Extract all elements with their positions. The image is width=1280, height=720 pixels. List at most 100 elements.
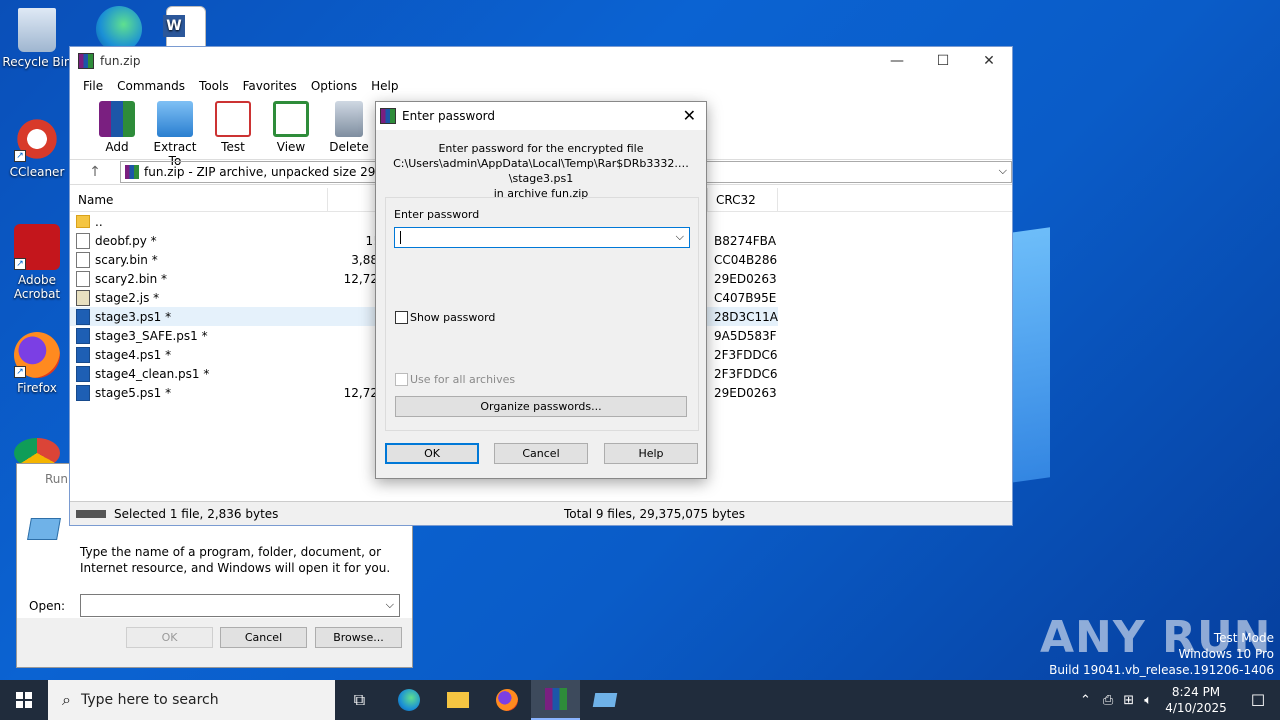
view-button[interactable]: View	[262, 97, 320, 154]
desktop-icon-adobe-acrobat[interactable]: ↗ Adobe Acrobat	[1, 224, 73, 301]
run-browse-button[interactable]: Browse...	[315, 627, 402, 648]
taskbar-firefox[interactable]	[482, 680, 531, 720]
file-name: stage4_clean.ps1 *	[95, 366, 210, 381]
taskbar-edge[interactable]	[384, 680, 433, 720]
menu-options[interactable]: Options	[304, 79, 364, 93]
delete-button[interactable]: Delete	[320, 97, 378, 154]
file-size: 3,88	[351, 252, 378, 267]
up-arrow-icon[interactable]: ↑	[70, 164, 120, 180]
clock-date: 4/10/2025	[1165, 701, 1227, 715]
winrar-icon	[78, 53, 94, 69]
chevron-down-icon[interactable]: ⌵	[676, 230, 684, 244]
title-bar: fun.zip — ☐ ✕	[70, 47, 1012, 75]
delete-icon	[335, 101, 363, 137]
use-for-all-checkbox[interactable]: Use for all archives	[395, 373, 515, 386]
test-button[interactable]: Test	[204, 97, 262, 154]
desktop-icon-label: CCleaner	[9, 165, 65, 179]
powershell-file-icon	[76, 308, 90, 325]
password-dialog-title-bar: Enter password ✕	[376, 102, 706, 130]
checkbox[interactable]	[395, 311, 408, 324]
clock[interactable]: 8:24 PM 4/10/2025	[1156, 684, 1236, 716]
search-icon: ⌕	[62, 690, 71, 709]
taskbar-search[interactable]: ⌕ Type here to search	[48, 680, 335, 720]
taskbar-explorer[interactable]	[433, 680, 482, 720]
menu-file[interactable]: File	[76, 79, 110, 93]
text-caret	[400, 231, 401, 244]
taskbar-run[interactable]	[580, 680, 629, 720]
run-cancel-button[interactable]: Cancel	[220, 627, 307, 648]
chevron-down-icon[interactable]: ⌵	[386, 598, 394, 612]
run-ok-button[interactable]: OK	[126, 627, 213, 648]
chevron-up-icon[interactable]: ⌃	[1080, 693, 1091, 708]
notification-icon[interactable]: ☐	[1236, 691, 1280, 710]
powershell-file-icon	[76, 346, 90, 363]
ok-button[interactable]: OK	[385, 443, 479, 464]
checkbox[interactable]	[395, 373, 408, 386]
file-icon	[76, 270, 90, 287]
wifi-icon[interactable]: ⊞	[1123, 693, 1134, 708]
file-name: scary.bin *	[95, 252, 158, 267]
watermark-line: Windows 10 Pro	[1178, 647, 1274, 661]
file-name: stage5.ps1 *	[95, 385, 172, 400]
test-icon	[215, 101, 251, 137]
extract-to-button[interactable]: Extract To	[146, 97, 204, 168]
password-input[interactable]: ⌵	[394, 227, 690, 248]
file-size: 12,72	[343, 385, 378, 400]
task-view-icon: ⧉	[353, 690, 366, 709]
file-icon	[76, 232, 90, 249]
wallpaper-light	[1010, 227, 1050, 483]
password-label: Enter password	[394, 208, 480, 221]
password-group: Enter password ⌵ Show password Use for a…	[385, 197, 699, 431]
menu-commands[interactable]: Commands	[110, 79, 192, 93]
winrar-icon	[544, 688, 567, 710]
task-view-button[interactable]: ⧉	[335, 680, 384, 720]
file-size: 1!	[365, 233, 378, 248]
chevron-down-icon[interactable]: ⌵	[999, 164, 1007, 178]
message-path: C:\Users\admin\AppData\Local\Temp\Rar$DR…	[393, 157, 689, 185]
winrar-icon	[380, 108, 396, 124]
show-password-checkbox[interactable]: Show password	[395, 311, 495, 324]
drive-icon	[76, 509, 106, 518]
maximize-icon[interactable]: ☐	[920, 47, 966, 75]
view-label: View	[276, 140, 306, 154]
powershell-file-icon	[76, 327, 90, 344]
run-icon	[592, 693, 617, 707]
organize-passwords-button[interactable]: Organize passwords...	[395, 396, 687, 417]
delete-label: Delete	[329, 140, 369, 154]
taskbar-winrar[interactable]	[531, 680, 580, 720]
edge-icon	[397, 689, 420, 711]
desktop-icon-recycle-bin[interactable]: Recycle Bin	[1, 8, 73, 69]
file-name: deobf.py *	[95, 233, 157, 248]
file-crc: 9A5D583F	[714, 328, 777, 343]
status-bar: Selected 1 file, 2,836 bytes Total 9 fil…	[70, 501, 1012, 525]
menu-favorites[interactable]: Favorites	[236, 79, 304, 93]
file-name: stage3.ps1 *	[95, 309, 172, 324]
clock-time: 8:24 PM	[1171, 685, 1221, 699]
menu-help[interactable]: Help	[364, 79, 405, 93]
close-icon[interactable]: ✕	[683, 106, 696, 125]
column-crc[interactable]: CRC32	[708, 187, 778, 212]
close-icon[interactable]: ✕	[966, 47, 1012, 75]
start-button[interactable]	[0, 680, 48, 720]
password-dialog-title: Enter password	[402, 109, 495, 123]
acrobat-icon: ↗	[14, 224, 60, 270]
desktop-icon-ccleaner[interactable]: ↗ CCleaner	[1, 116, 73, 179]
cancel-button[interactable]: Cancel	[494, 443, 588, 464]
file-crc: 2F3FDDC6	[714, 347, 778, 362]
desktop-icon-firefox[interactable]: ↗ Firefox	[1, 332, 73, 395]
help-button[interactable]: Help	[604, 443, 698, 464]
add-button[interactable]: Add	[88, 97, 146, 154]
watermark-line: Build 19041.vb_release.191206-1406	[1049, 663, 1274, 677]
minimize-icon[interactable]: —	[874, 47, 920, 75]
ccleaner-icon: ↗	[14, 116, 60, 162]
file-icon	[76, 251, 90, 268]
file-crc: 28D3C11A	[714, 309, 779, 324]
menu-tools[interactable]: Tools	[192, 79, 236, 93]
powershell-file-icon	[76, 365, 90, 382]
run-open-input[interactable]: ⌵	[80, 594, 400, 617]
network-icon[interactable]: ⎙	[1103, 693, 1113, 708]
column-name[interactable]: Name	[70, 187, 328, 212]
volume-icon[interactable]: 🔈︎	[1144, 693, 1152, 708]
file-name: scary2.bin *	[95, 271, 168, 286]
password-message: Enter password for the encrypted file C:…	[376, 130, 706, 200]
